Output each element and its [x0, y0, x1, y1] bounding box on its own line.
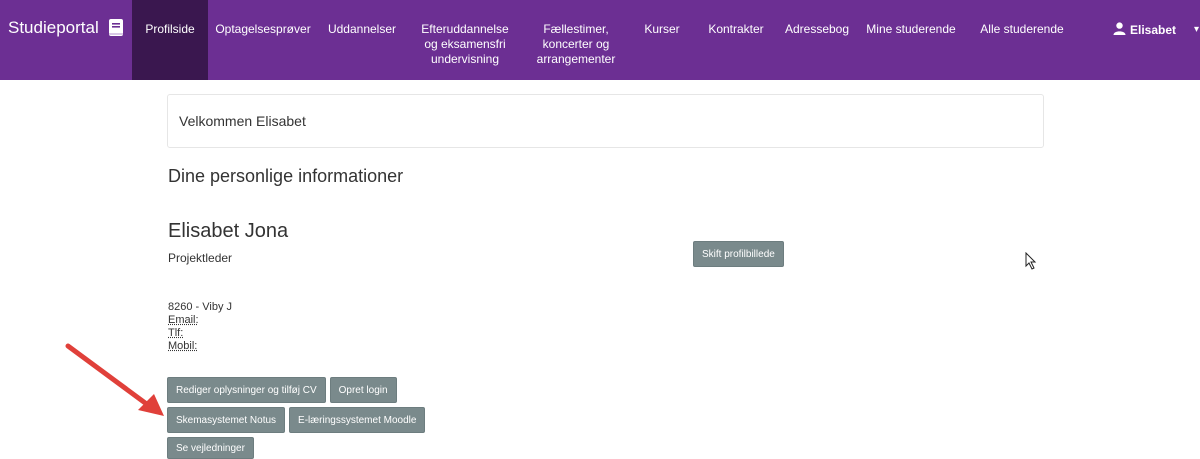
- welcome-text: Velkommen Elisabet: [179, 113, 306, 129]
- welcome-panel: Velkommen Elisabet: [167, 94, 1044, 148]
- nav-item-kontrakter[interactable]: Kontrakter: [696, 0, 776, 80]
- change-photo-button[interactable]: Skift profilbillede: [693, 241, 784, 267]
- address-text: 8260 - Viby J: [168, 301, 233, 313]
- top-navigation-bar: Studieportal Profilside Optagelsesprøver…: [0, 0, 1200, 80]
- phone-label: Tlf:: [168, 327, 184, 339]
- nav-item-optagelsesproever[interactable]: Optagelsesprøver: [210, 0, 316, 80]
- nav-item-uddannelser[interactable]: Uddannelser: [320, 0, 404, 80]
- guides-button[interactable]: Se vejledninger: [167, 437, 254, 459]
- button-row-3: Se vejledninger: [167, 437, 254, 459]
- nav-item-alle-studerende[interactable]: Alle studerende: [972, 0, 1072, 80]
- nav-item-profilside[interactable]: Profilside: [132, 0, 208, 80]
- create-login-button[interactable]: Opret login: [329, 377, 397, 403]
- nav-item-mine-studerende[interactable]: Mine studerende: [856, 0, 966, 80]
- button-row-2: Skemasystemet Notus E-læringssystemet Mo…: [167, 407, 426, 433]
- nav-item-efteruddannelse[interactable]: Efteruddannelse og eksamensfri undervisn…: [412, 0, 518, 80]
- brand-name: Studieportal: [8, 18, 99, 37]
- email-label: Email:: [168, 314, 199, 326]
- user-icon: [1113, 22, 1126, 38]
- mouse-cursor-icon: [1025, 252, 1037, 270]
- change-photo-container: Skift profilbillede: [693, 241, 784, 267]
- book-icon: [107, 18, 125, 38]
- button-row-1: Rediger oplysninger og tilføj CV Opret l…: [167, 377, 397, 403]
- nav-item-faellestimer[interactable]: Fællestimer, koncerter og arrangementer: [526, 0, 626, 80]
- moodle-button[interactable]: E-læringssystemet Moodle: [289, 407, 426, 433]
- profile-name: Elisabet Jona: [168, 220, 289, 242]
- mobile-label: Mobil:: [168, 340, 198, 352]
- notus-button[interactable]: Skemasystemet Notus: [167, 407, 286, 433]
- user-menu[interactable]: Elisabet: [1113, 22, 1176, 38]
- edit-profile-button[interactable]: Rediger oplysninger og tilføj CV: [167, 377, 326, 403]
- section-title: Dine personlige informationer: [168, 166, 404, 186]
- nav-item-adressebog[interactable]: Adressebog: [780, 0, 854, 80]
- contact-info: 8260 - Viby J Email: Tlf: Mobil:: [168, 301, 232, 353]
- profile-job-title: Projektleder: [168, 251, 233, 265]
- annotation-arrow-icon: [65, 343, 164, 416]
- chevron-down-icon[interactable]: ▾: [1194, 24, 1199, 35]
- nav-item-kurser[interactable]: Kurser: [634, 0, 690, 80]
- brand[interactable]: Studieportal: [8, 18, 125, 38]
- user-name: Elisabet: [1130, 23, 1177, 37]
